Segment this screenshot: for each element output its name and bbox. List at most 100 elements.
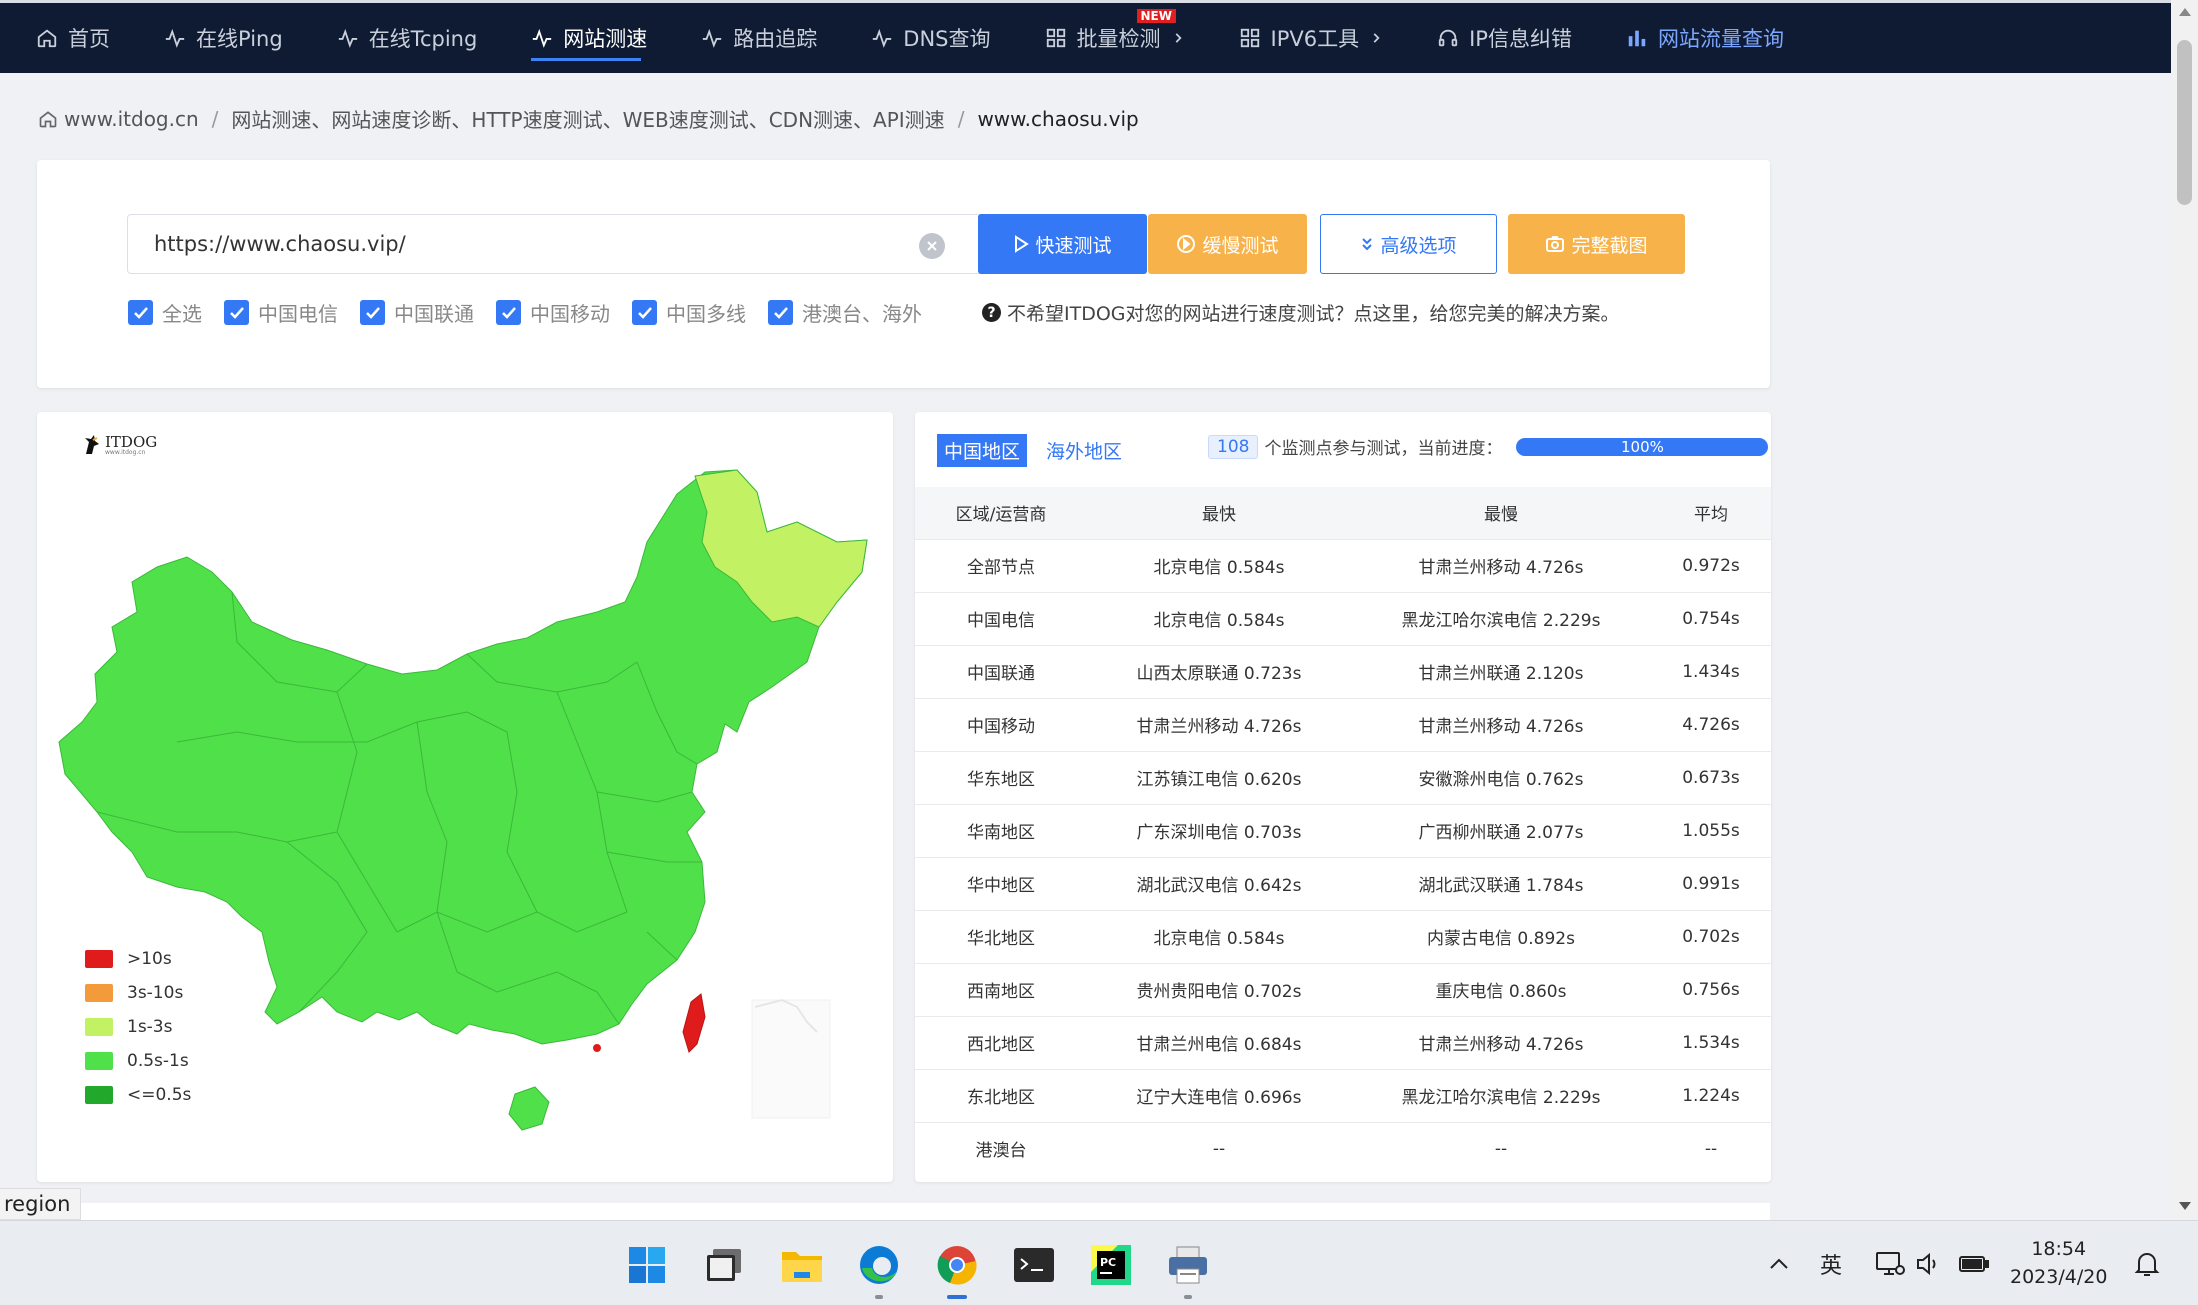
checkbox-label: 中国移动 — [530, 302, 610, 326]
advanced-options-button[interactable]: 高级选项 — [1320, 214, 1497, 274]
table-row: 华中地区 湖北武汉电信 0.642s 湖北武汉联通 1.784s 0.991s — [915, 856, 1771, 910]
checkbox-multiline[interactable]: 中国多线 — [632, 298, 746, 327]
home-icon — [37, 29, 57, 48]
table-cell: 广西柳州联通 2.077s — [1351, 803, 1651, 857]
table-cell: 北京电信 0.584s — [1087, 591, 1351, 645]
nav-item-traffic[interactable]: 网站流量查询 — [1626, 3, 1784, 73]
node-count-badge: 108 — [1208, 434, 1259, 459]
table-row: 中国移动 甘肃兰州移动 4.726s 甘肃兰州移动 4.726s 4.726s — [915, 697, 1771, 751]
scroll-down-icon[interactable] — [2179, 1202, 2191, 1210]
status-tooltip: region — [0, 1188, 82, 1220]
legend-swatch — [85, 950, 113, 968]
opt-out-hint-text: 不希望ITDOG对您的网站进行速度测试？点这里，给您完美的解决方案。 — [1007, 303, 1620, 325]
legend-item[interactable]: 0.5s-1s — [85, 1044, 191, 1078]
play-icon — [1015, 235, 1030, 253]
nav-item-home[interactable]: 首页 — [36, 3, 110, 73]
table-row: 华东地区 江苏镇江电信 0.620s 安徽滁州电信 0.762s 0.673s — [915, 750, 1771, 804]
map-legend: >10s 3s-10s 1s-3s 0.5s-1s <=0.5s — [85, 942, 191, 1112]
map-region-taiwan[interactable] — [682, 993, 706, 1053]
nav-item-batch[interactable]: 批量检测 NEW — [1045, 3, 1185, 73]
svg-text:PC: PC — [1100, 1256, 1116, 1269]
quick-test-label: 快速测试 — [1035, 234, 1112, 257]
tab-china[interactable]: 中国地区 — [937, 434, 1028, 467]
top-nav: 首页 在线Ping 在线Tcping 网站测速 路由追踪 DNS查询 批量检测 … — [0, 0, 2171, 73]
checkbox-label: 中国联通 — [394, 302, 474, 326]
nav-item-ping[interactable]: 在线Ping — [164, 3, 283, 73]
task-view-icon[interactable] — [702, 1243, 746, 1287]
printer-app-icon[interactable] — [1166, 1243, 1210, 1299]
tray-overflow-icon[interactable] — [1768, 1221, 1790, 1305]
battery-icon[interactable] — [1958, 1221, 1990, 1305]
table-cell: 西南地区 — [915, 962, 1087, 1016]
legend-swatch — [85, 1018, 113, 1036]
opt-out-hint-link[interactable]: ? 不希望ITDOG对您的网站进行速度测试？点这里，给您完美的解决方案。 — [982, 299, 1620, 326]
clear-icon[interactable] — [919, 233, 945, 259]
checkbox-telecom[interactable]: 中国电信 — [224, 298, 338, 327]
legend-label: 0.5s-1s — [127, 1051, 189, 1071]
checkbox-unicom[interactable]: 中国联通 — [360, 298, 474, 327]
table-cell: 华北地区 — [915, 909, 1087, 963]
table-cell: 华东地区 — [915, 750, 1087, 804]
grid-icon — [1046, 28, 1065, 48]
nav-item-dns[interactable]: DNS查询 — [871, 3, 991, 73]
checkbox-hk-overseas[interactable]: 港澳台、海外 — [768, 298, 922, 327]
breadcrumb-home-link[interactable]: www.itdog.cn — [64, 107, 199, 131]
map-region-hainan[interactable] — [508, 1086, 550, 1131]
new-badge: NEW — [1136, 9, 1176, 23]
vertical-scrollbar[interactable] — [2171, 0, 2198, 1220]
nav-item-tcping[interactable]: 在线Tcping — [337, 3, 477, 73]
checkbox-mobile[interactable]: 中国移动 — [496, 298, 610, 327]
table-cell: 广东深圳电信 0.703s — [1087, 803, 1351, 857]
map-region-hongkong[interactable] — [593, 1044, 601, 1052]
volume-icon[interactable] — [1915, 1221, 1941, 1305]
legend-item[interactable]: <=0.5s — [85, 1078, 191, 1112]
edge-browser-icon[interactable] — [857, 1243, 901, 1299]
south-china-sea-inset — [751, 999, 831, 1119]
table-row: 港澳台 -- -- -- — [915, 1121, 1771, 1175]
table-row: 中国电信 北京电信 0.584s 黑龙江哈尔滨电信 2.229s 0.754s — [915, 591, 1771, 645]
pulse-icon — [165, 28, 185, 48]
file-explorer-icon[interactable] — [780, 1243, 824, 1287]
start-icon[interactable] — [625, 1243, 669, 1287]
checkbox-select-all[interactable]: 全选 — [128, 298, 202, 327]
pycharm-icon[interactable]: PC — [1089, 1243, 1133, 1287]
results-table-body: 全部节点 北京电信 0.584s 甘肃兰州移动 4.726s 0.972s 中国电信 北京… — [915, 538, 1771, 1175]
legend-item[interactable]: 1s-3s — [85, 1010, 191, 1044]
system-clock[interactable]: 18:54 2023/4/20 — [2010, 1235, 2107, 1291]
legend-item[interactable]: >10s — [85, 942, 191, 976]
network-icon[interactable] — [1875, 1221, 1905, 1305]
notification-bell-icon[interactable] — [2134, 1221, 2160, 1305]
ime-indicator[interactable]: 英 — [1820, 1221, 1842, 1305]
breadcrumb-separator: / — [957, 106, 965, 131]
table-cell: 江苏镇江电信 0.620s — [1087, 750, 1351, 804]
breadcrumb-section-link[interactable]: 网站测速、网站速度诊断、HTTP速度测试、WEB速度测试、CDN测速、API测速 — [231, 104, 944, 133]
nav-item-ip-correction[interactable]: IP信息纠错 — [1437, 3, 1572, 73]
quick-test-button[interactable]: 快速测试 — [978, 214, 1147, 274]
checked-icon — [768, 300, 793, 325]
nav-item-traceroute[interactable]: 路由追踪 — [701, 3, 817, 73]
legend-label: >10s — [127, 949, 172, 969]
table-cell: 甘肃兰州移动 4.726s — [1351, 697, 1651, 751]
checked-icon — [128, 300, 153, 325]
scroll-up-icon[interactable] — [2179, 8, 2191, 16]
url-input[interactable]: https://www.chaosu.vip/ — [127, 214, 1002, 274]
legend-item[interactable]: 3s-10s — [85, 976, 191, 1010]
slow-test-button[interactable]: 缓慢测试 — [1148, 214, 1307, 274]
table-cell: 甘肃兰州移动 4.726s — [1087, 697, 1351, 751]
terminal-icon[interactable] — [1012, 1243, 1056, 1287]
scrollbar-thumb[interactable] — [2177, 40, 2192, 205]
chrome-browser-icon[interactable] — [935, 1243, 979, 1299]
tab-overseas[interactable]: 海外地区 — [1039, 434, 1129, 467]
table-row: 中国联通 山西太原联通 0.723s 甘肃兰州联通 2.120s 1.434s — [915, 644, 1771, 698]
checkbox-label: 港澳台、海外 — [802, 302, 922, 326]
table-cell: 0.991s — [1651, 856, 1771, 910]
nav-item-website-speed[interactable]: 网站测速 — [531, 3, 647, 73]
table-cell: 湖北武汉电信 0.642s — [1087, 856, 1351, 910]
full-screenshot-button[interactable]: 完整截图 — [1508, 214, 1685, 274]
table-cell: 0.702s — [1651, 909, 1771, 963]
nav-item-ipv6[interactable]: IPV6工具 — [1239, 3, 1384, 73]
table-cell: 1.534s — [1651, 1015, 1771, 1069]
progress-text: 个监测点参与测试，当前进度： — [1264, 439, 1503, 459]
nav-item-label: IP信息纠错 — [1469, 27, 1572, 51]
camera-icon — [1546, 236, 1565, 252]
